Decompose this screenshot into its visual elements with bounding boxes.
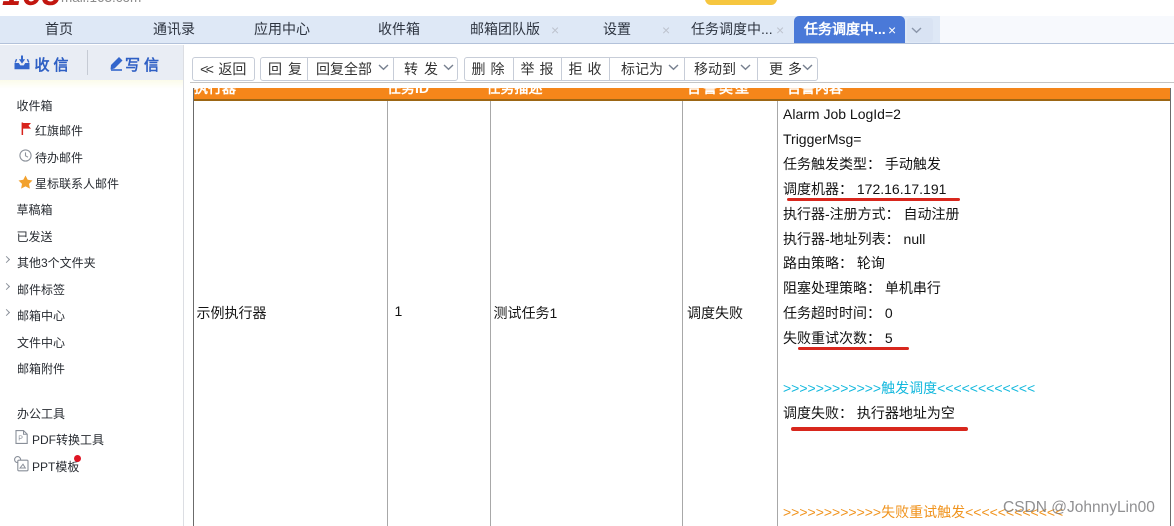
svg-text:P: P [18, 436, 23, 443]
